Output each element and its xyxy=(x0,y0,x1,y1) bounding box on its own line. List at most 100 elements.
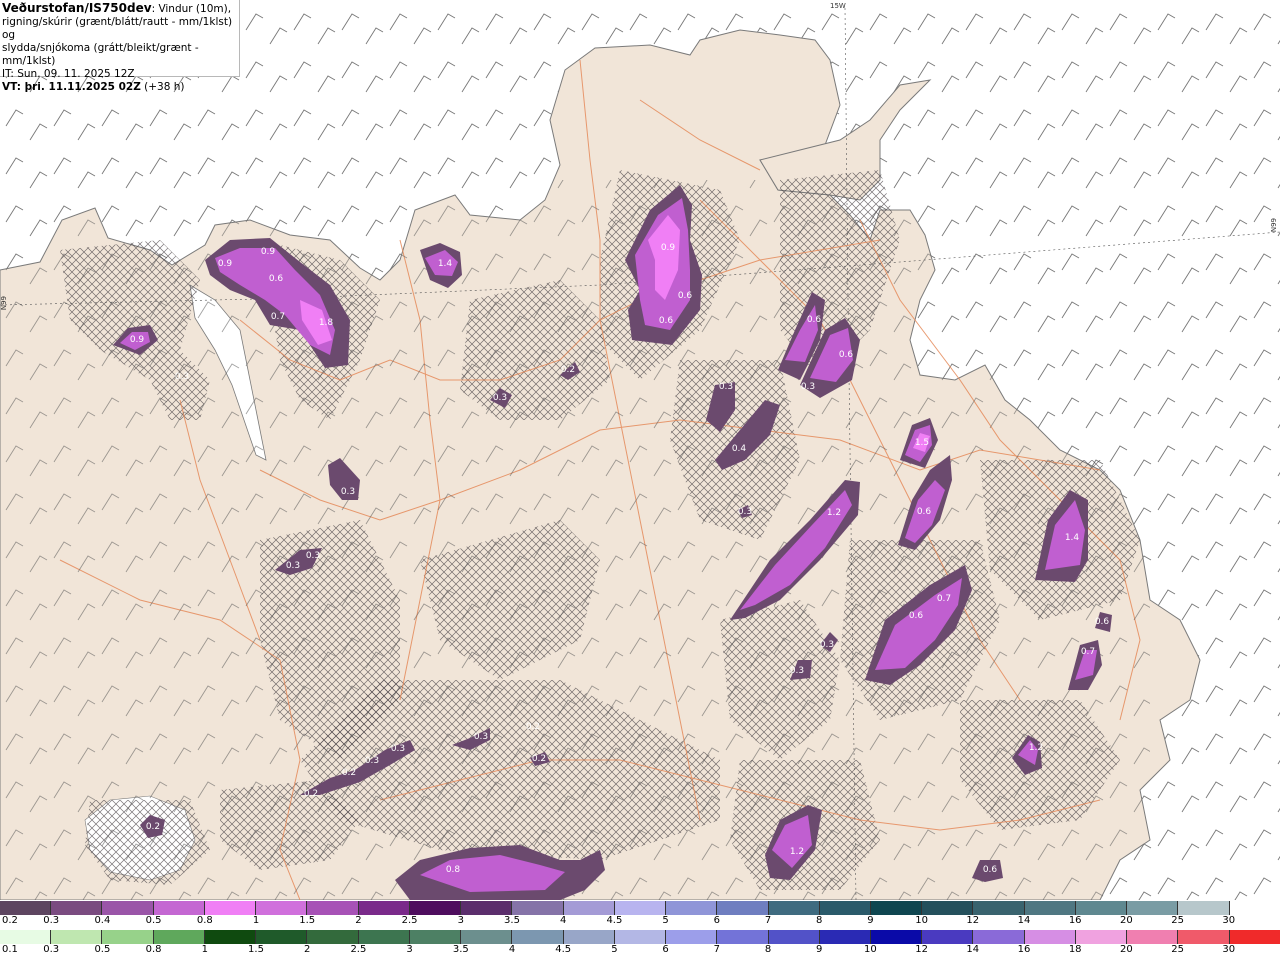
colorbar-tick-label: 0.3 xyxy=(43,915,60,926)
colorbar-swatch xyxy=(1127,930,1179,944)
colorbar-swatch xyxy=(358,930,410,944)
precip-label: 1.4 xyxy=(1065,533,1080,543)
colorbar-swatch xyxy=(256,901,308,915)
precip-label: 0.3 xyxy=(391,744,405,754)
precip-label: 0.9 xyxy=(661,243,676,253)
colorbar-swatch xyxy=(973,930,1025,944)
colorbar-tick-label: 10 xyxy=(915,915,928,926)
colorbar-tick-label: 3.5 xyxy=(452,944,469,955)
precip-label: 0.7 xyxy=(1081,647,1095,657)
precip-label: 0.9 xyxy=(261,247,276,257)
colorbar-swatch xyxy=(768,901,820,915)
colorbar-tick-label: 3 xyxy=(457,915,464,926)
precip-label: 1.2 xyxy=(827,508,841,518)
precip-label: 0.3 xyxy=(493,393,507,403)
model-desc-line2: rigning/skúrir (grænt/blátt/rautt - mm/1… xyxy=(2,16,233,41)
forecast-info-box: Veðurstofan/IS750dev: Vindur (10m), rign… xyxy=(0,0,240,93)
init-time: IT: Sun. 09. 11. 2025 12Z xyxy=(2,68,135,80)
precip-label: 0.8 xyxy=(446,865,461,875)
colorbar-tick-label: 14 xyxy=(1017,915,1031,926)
precip-label: 0.3 xyxy=(801,382,815,392)
colorbar-tick-label: 14 xyxy=(966,944,980,955)
valid-offset: (+38 h) xyxy=(144,81,185,93)
colorbar-swatch xyxy=(102,930,154,944)
colorbar-swatch xyxy=(1127,901,1179,915)
colorbar-swatch xyxy=(51,930,103,944)
colorbar-tick-label: 0.4 xyxy=(94,915,111,926)
colorbar-swatch xyxy=(1075,930,1128,944)
colorbar-tick-label: 1.5 xyxy=(299,915,316,926)
colorbar-swatch xyxy=(717,930,769,944)
colorbar-tick-label: 9 xyxy=(867,915,874,926)
colorbar-swatch xyxy=(153,901,205,915)
colorbar-tick-label: 1.5 xyxy=(248,944,264,955)
colorbar-tick-label: 1 xyxy=(252,915,260,926)
precip-label: 0.6 xyxy=(917,507,932,517)
colorbar-swatch xyxy=(870,930,923,944)
colorbar-swatch xyxy=(614,901,667,915)
colorbar-tick-label: 0.1 xyxy=(2,944,18,955)
colorbar-swatch xyxy=(153,930,205,944)
colorbar-swatch xyxy=(1229,930,1280,944)
colorbar-tick-label: 8 xyxy=(764,944,772,955)
colorbar-rain-labels: 0.1 0.3 0.5 0.8 1 1.5 2 2.5 3 3.5 4 4.5 5 6 7 8 9 10 12 14 1… xyxy=(0,944,1280,957)
colorbar-swatch xyxy=(512,901,564,915)
colorbar-snow xyxy=(0,901,1280,915)
precip-label: 0.6 xyxy=(983,865,998,875)
colorbar-swatch xyxy=(256,930,308,944)
colorbar-tick-label: 4 xyxy=(508,944,516,955)
colorbar-swatch xyxy=(1229,901,1280,915)
colorbar-swatch xyxy=(461,930,513,944)
precip-label: 0.4 xyxy=(732,444,747,454)
colorbar-swatch xyxy=(461,901,513,915)
precip-label: 0.2 xyxy=(532,754,546,764)
colorbar-tick-label: 8 xyxy=(816,915,823,926)
colorbar-tick-label: 1 xyxy=(201,944,208,955)
colorbar-swatch xyxy=(1178,930,1230,944)
colorbar-tick-label: 2 xyxy=(304,944,311,955)
colorbar-tick-label: 30 xyxy=(1222,915,1236,926)
precip-label: 0.3 xyxy=(790,666,804,676)
precip-label: 0.6 xyxy=(269,274,284,284)
colorbar-swatch xyxy=(870,901,923,915)
colorbar-tick-label: 7 xyxy=(764,915,772,926)
colorbar-swatch xyxy=(666,901,718,915)
colorbar-tick-label: 16 xyxy=(1068,915,1082,926)
colorbar-swatch xyxy=(307,930,359,944)
precip-label: 0.6 xyxy=(659,316,674,326)
colorbar-tick-label: 30 xyxy=(1222,944,1236,955)
colorbar-tick-label: 3.5 xyxy=(504,915,520,926)
precip-label: 0.9 xyxy=(218,259,233,269)
colorbar-tick-label: 9 xyxy=(816,944,823,955)
colorbar-tick-label: 4 xyxy=(560,915,567,926)
colorbar-swatch xyxy=(1024,930,1076,944)
colorbar-tick-label: 0.8 xyxy=(145,944,162,955)
colorbar-swatch xyxy=(819,901,871,915)
precip-label: 0.6 xyxy=(678,291,693,301)
colorbar-swatch xyxy=(0,930,52,944)
colorbar-swatch xyxy=(922,930,974,944)
model-desc-line3: slydda/snjókoma (grátt/bleikt/grænt - mm… xyxy=(2,42,199,67)
colorbar-tick-label: 12 xyxy=(915,944,928,955)
precip-label: 0.3 xyxy=(719,382,733,392)
colorbar-tick-label: 25 xyxy=(1171,915,1184,926)
colorbar-tick-label: 0.2 xyxy=(2,915,18,926)
colorbar-swatch xyxy=(768,930,820,944)
colorbar-tick-label: 6 xyxy=(662,944,669,955)
colorbar-swatch xyxy=(1075,901,1128,915)
precip-label: 0.3 xyxy=(341,487,355,497)
precip-label: 1.8 xyxy=(319,318,334,328)
colorbar-tick-label: 5 xyxy=(611,944,618,955)
colorbar-snow-labels: 0.2 0.3 0.4 0.5 0.8 1 1.5 2 2.5 3 3.5 4 4.5 5 6 7 8 9 10 12… xyxy=(0,915,1280,928)
colorbar-swatch xyxy=(307,901,359,915)
colorbar-tick-label: 25 xyxy=(1171,944,1184,955)
colorbar-tick-label: 2 xyxy=(355,915,362,926)
precip-label: 0.6 xyxy=(1095,617,1110,627)
colorbar-swatch xyxy=(563,930,615,944)
precip-label: 0.3 xyxy=(474,732,488,742)
colorbar-tick-label: 20 xyxy=(1120,915,1133,926)
precip-label: 0.2 xyxy=(342,768,356,778)
colorbar-swatch xyxy=(922,901,974,915)
precip-label: 0.3 xyxy=(175,372,189,382)
colorbar-rain xyxy=(0,930,1280,944)
